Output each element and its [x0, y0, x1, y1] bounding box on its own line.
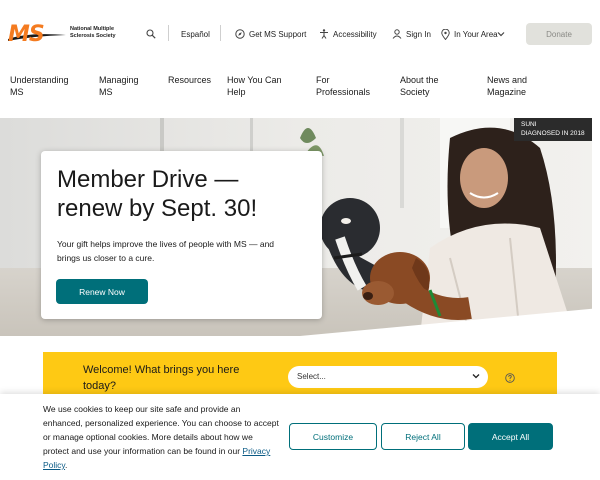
hero-body: Your gift helps improve the lives of peo…	[57, 239, 275, 263]
nav-managing-ms[interactable]: Managing MS	[99, 74, 149, 98]
espanol-label: Español	[181, 29, 210, 39]
utility-divider	[220, 25, 221, 41]
ms-society-logo[interactable]: MS National Multiple Sclerosis Society	[8, 22, 116, 48]
accessibility-link[interactable]: Accessibility	[319, 26, 377, 42]
hero-title: Member Drive — renew by Sept. 30!	[57, 166, 258, 222]
signin-label: Sign In	[406, 29, 431, 39]
accessibility-label: Accessibility	[333, 29, 377, 39]
accept-all-button[interactable]: Accept All	[468, 423, 553, 450]
location-pin-icon	[441, 28, 450, 40]
cookie-message: We use cookies to keep our site safe and…	[43, 402, 279, 472]
nav-resources[interactable]: Resources	[168, 74, 218, 86]
donate-button[interactable]: Donate	[526, 23, 592, 45]
search-button[interactable]	[146, 26, 156, 42]
nav-about-the-society[interactable]: About the Society	[400, 74, 470, 98]
chevron-down-icon	[472, 374, 480, 379]
reject-all-button[interactable]: Reject All	[381, 423, 465, 450]
nav-understanding-ms[interactable]: Understanding MS	[10, 74, 80, 98]
interest-select[interactable]: Select...	[288, 366, 488, 388]
customize-button[interactable]: Customize	[289, 423, 377, 450]
sign-in-link[interactable]: Sign In	[392, 26, 431, 42]
photo-caption: SUNI DIAGNOSED IN 2018	[514, 118, 592, 141]
caption-detail: DIAGNOSED IN 2018	[521, 130, 585, 137]
cookie-banner: We use cookies to keep our site safe and…	[0, 394, 600, 480]
logo-mark: MS	[8, 22, 45, 47]
welcome-bar: Welcome! What brings you here today? Sel…	[43, 352, 557, 398]
member-drive-card: Member Drive — renew by Sept. 30! Your g…	[41, 151, 322, 319]
area-label: In Your Area	[454, 29, 498, 39]
main-nav: Understanding MS Managing MS Resources H…	[0, 70, 600, 114]
support-label: Get MS Support	[249, 29, 307, 39]
renew-now-button[interactable]: Renew Now	[56, 279, 148, 304]
nav-for-professionals[interactable]: For Professionals	[316, 74, 386, 98]
utility-divider	[168, 25, 169, 41]
user-icon	[392, 29, 402, 39]
caption-name: SUNI	[521, 121, 537, 128]
site-header: MS National Multiple Sclerosis Society E…	[0, 0, 600, 66]
search-icon	[146, 29, 156, 39]
welcome-prompt: Welcome! What brings you here today?	[83, 364, 240, 392]
chevron-down-icon	[497, 32, 505, 37]
accessibility-icon	[320, 29, 328, 39]
select-value: Select...	[297, 372, 326, 381]
compass-icon	[235, 29, 245, 39]
nav-how-you-can-help[interactable]: How You Can Help	[227, 74, 297, 98]
get-ms-support-link[interactable]: Get MS Support	[235, 26, 306, 42]
area-dropdown-toggle[interactable]	[497, 26, 505, 42]
cookie-period: .	[65, 460, 68, 470]
nav-news-and-magazine[interactable]: News and Magazine	[487, 74, 547, 98]
help-circle-icon[interactable]	[505, 373, 515, 383]
in-your-area-selector[interactable]: In Your Area	[441, 26, 498, 42]
espanol-link[interactable]: Español	[181, 26, 210, 42]
logo-text: National Multiple Sclerosis Society	[70, 26, 116, 39]
